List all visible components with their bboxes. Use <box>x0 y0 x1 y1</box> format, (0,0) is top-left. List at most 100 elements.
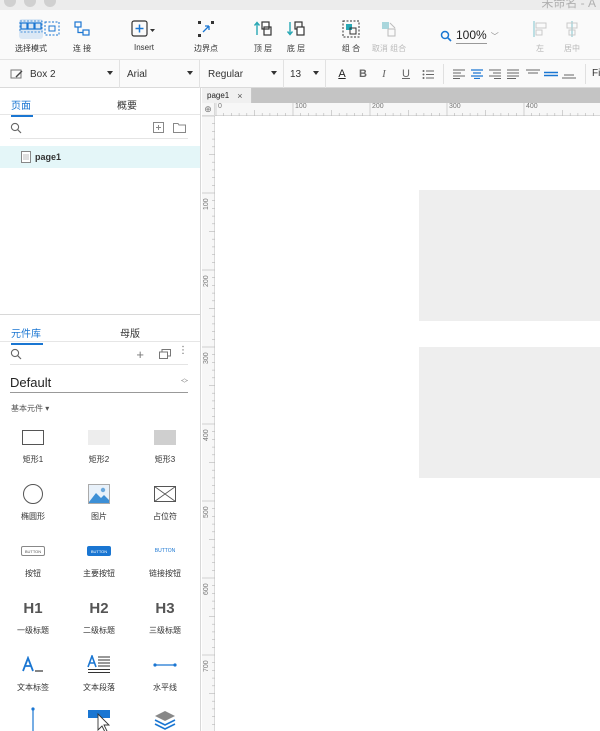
connector-icon <box>72 18 92 40</box>
connect-button[interactable]: 连 接 <box>52 18 112 54</box>
format-divider <box>443 64 444 84</box>
add-library-icon[interactable]: + <box>136 347 144 362</box>
font-family-value: Arial <box>127 68 148 80</box>
h2-icon: H2 <box>89 599 109 617</box>
close-window-button[interactable] <box>4 0 16 7</box>
ruler-label: 200 <box>203 275 210 287</box>
ruler-label: 300 <box>203 352 210 364</box>
image-icon <box>88 481 110 507</box>
text-align-right-icon[interactable] <box>487 66 503 82</box>
insert-button[interactable]: Insert <box>114 18 174 52</box>
library-name: Default <box>10 375 52 390</box>
add-page-icon[interactable] <box>153 122 164 133</box>
tab-page1[interactable]: page1 × <box>202 88 252 103</box>
canvas-box-2[interactable] <box>419 347 600 478</box>
library-select[interactable]: Default ︿ ﹀ <box>10 373 188 393</box>
text-align-center-icon[interactable] <box>469 66 485 82</box>
basic-widgets-section[interactable]: 基本元件 ▾ <box>11 403 49 414</box>
widget-rectangle-3[interactable]: 矩形3 <box>132 424 198 465</box>
font-size-value: 13 <box>290 68 302 80</box>
tab-underline <box>0 114 200 115</box>
search-zoom-icon <box>440 30 452 42</box>
page-name: page1 <box>35 152 62 162</box>
valign-top-icon[interactable] <box>525 66 541 82</box>
widget-dynamic-panel[interactable] <box>132 706 198 731</box>
italic-icon[interactable]: I <box>376 66 392 82</box>
widget-primary-button[interactable]: BUTTON 主要按钮 <box>66 538 132 579</box>
font-size-select[interactable]: 13 <box>284 60 326 88</box>
caret-down-icon <box>107 71 113 75</box>
text-label-icon <box>21 652 45 678</box>
valign-middle-icon[interactable] <box>543 66 559 82</box>
group-icon <box>341 18 361 40</box>
widget-link-button[interactable]: BUTTON 链接按钮 <box>132 538 198 579</box>
font-weight-select[interactable]: Regular <box>200 60 284 88</box>
text-align-left-icon[interactable] <box>451 66 467 82</box>
boundary-points-button[interactable]: 边界点 <box>176 18 236 54</box>
widget-h3[interactable]: H3 三级标题 <box>132 595 198 636</box>
widget-image[interactable]: 图片 <box>66 481 132 522</box>
ruler-label: 300 <box>449 103 461 110</box>
zoom-value: 100% <box>456 28 487 44</box>
zoom-window-button[interactable] <box>44 0 56 7</box>
element-name-value: Box 2 <box>30 68 56 80</box>
main-toolbar: 选择模式 连 接 Insert 边界点 顶 层 底 层 组 合 取消 组合 10… <box>0 10 600 60</box>
page-list-item[interactable]: page1 <box>0 146 200 168</box>
widget-placeholder[interactable]: 占位符 <box>132 481 198 522</box>
tab-library[interactable]: 元件库 <box>11 325 43 345</box>
widget-h1[interactable]: H1 一级标题 <box>0 595 66 636</box>
bold-icon[interactable]: B <box>355 66 371 82</box>
widget-h2[interactable]: H2 二级标题 <box>66 595 132 636</box>
rectangle-gray-icon <box>154 424 176 450</box>
widget-button[interactable]: BUTTON 按钮 <box>0 538 66 579</box>
bullet-list-icon[interactable] <box>420 66 436 82</box>
widget-rectangle-2[interactable]: 矩形2 <box>66 424 132 465</box>
ruler-label: 700 <box>203 660 210 672</box>
tab-outline[interactable]: 概要 <box>117 97 137 112</box>
ruler-label: 400 <box>526 103 538 110</box>
widget-rectangle-1[interactable]: 矩形1 <box>0 424 66 465</box>
caret-down-icon <box>271 71 277 75</box>
close-tab-icon[interactable]: × <box>237 91 242 101</box>
element-name-select[interactable]: Box 2 <box>0 60 120 88</box>
library-search-row: + ⋮ <box>10 343 188 365</box>
font-color-icon[interactable]: A <box>334 66 350 82</box>
underline-icon[interactable]: U <box>398 66 414 82</box>
tab-underline <box>0 341 200 342</box>
send-to-back-button[interactable]: 底 层 <box>266 18 326 54</box>
widget-horizontal-line[interactable]: 水平线 <box>132 652 198 693</box>
canvas-area: page1 × ⊕ 0 100 200 300 400 100 200 300 … <box>202 88 600 731</box>
tab-pages[interactable]: 页面 <box>11 97 33 117</box>
library-copy-icon[interactable] <box>159 348 171 359</box>
horizontal-ruler[interactable]: 0 100 200 300 400 <box>215 103 600 116</box>
ruler-label: 0 <box>218 103 222 110</box>
tab-masters[interactable]: 母版 <box>120 325 140 340</box>
more-options-icon[interactable]: ⋮ <box>178 346 188 356</box>
ungroup-icon <box>379 18 399 40</box>
insert-plus-icon <box>130 18 158 40</box>
text-justify-icon[interactable] <box>505 66 521 82</box>
search-icon[interactable] <box>10 348 22 360</box>
widget-hotspot[interactable] <box>66 706 132 731</box>
vertical-ruler[interactable]: 100 200 300 400 500 600 700 <box>202 116 215 731</box>
widget-ellipse[interactable]: 椭圆形 <box>0 481 66 522</box>
ruler-corner[interactable]: ⊕ <box>202 103 215 116</box>
fill-menu-label[interactable]: Fi <box>592 68 600 79</box>
widget-vertical-line[interactable] <box>0 706 66 731</box>
search-icon[interactable] <box>10 122 22 134</box>
horizontal-ruler-ticks <box>215 103 594 116</box>
rectangle-light-icon <box>88 424 110 450</box>
valign-bottom-icon[interactable] <box>561 66 577 82</box>
font-family-select[interactable]: Arial <box>120 60 200 88</box>
updown-chevron-icon: ︿ ﹀ <box>181 375 188 388</box>
add-folder-icon[interactable] <box>173 122 186 133</box>
ungroup-button[interactable]: 取消 组合 <box>359 18 419 54</box>
widget-text-label[interactable]: 文本标签 <box>0 652 66 693</box>
zoom-select[interactable]: 100% ﹀ <box>440 28 499 44</box>
horizontal-line-icon <box>153 652 177 678</box>
minimize-window-button[interactable] <box>24 0 36 7</box>
canvas-box-1[interactable] <box>419 190 600 321</box>
widget-text-paragraph[interactable]: 文本段落 <box>66 652 132 693</box>
placeholder-icon <box>154 481 176 507</box>
align-center-button[interactable]: 居中 <box>542 18 600 54</box>
